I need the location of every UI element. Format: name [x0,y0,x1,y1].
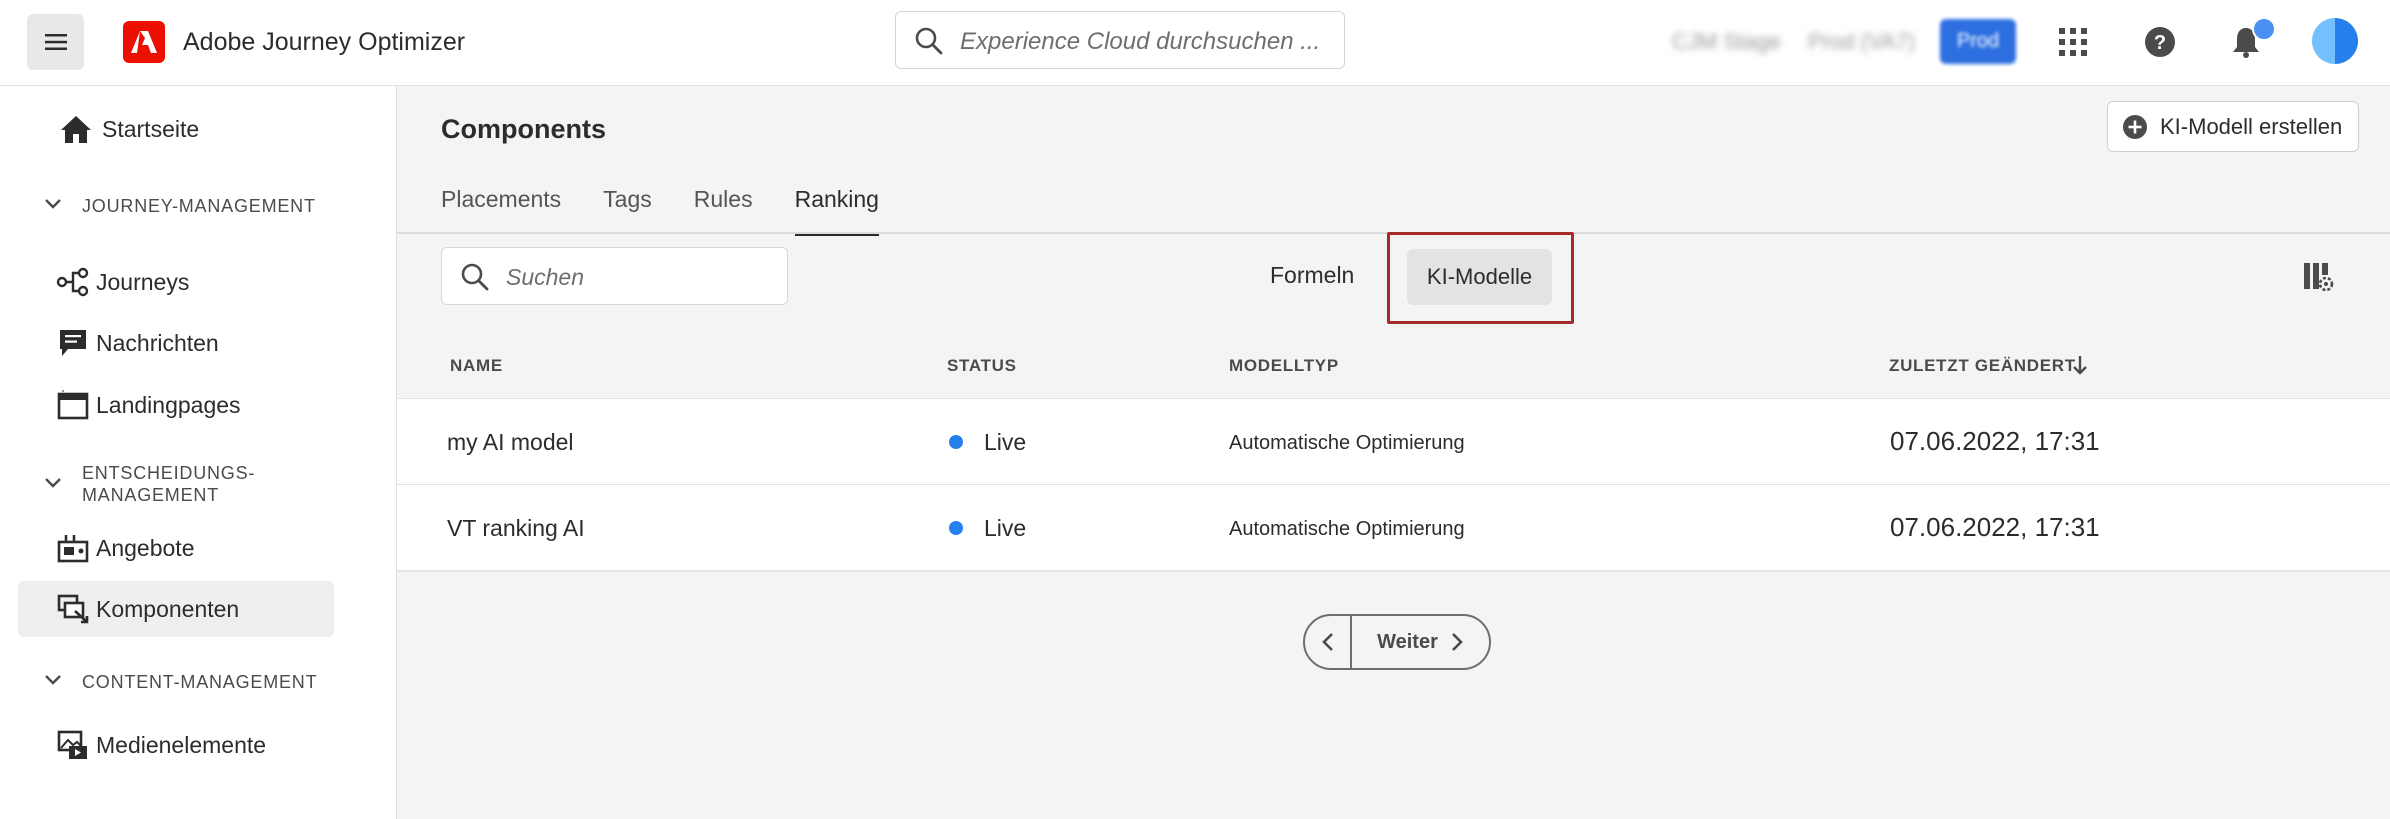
sidebar-item-offers[interactable]: Angebote [18,520,334,576]
sidebar-item-label: Nachrichten [96,329,219,356]
offer-icon [56,533,90,563]
top-bar: Adobe Journey Optimizer Experience Cloud… [0,0,2390,86]
chevron-down-icon [45,675,61,685]
row-name: my AI model [447,429,574,455]
adobe-logo-icon[interactable] [123,21,165,63]
media-icon [56,730,90,760]
status-dot [949,435,963,449]
section-content-management[interactable]: CONTENT-MANAGEMENT [44,671,317,693]
search-icon [461,263,489,291]
search-icon [915,27,943,55]
create-ai-model-button[interactable]: KI-Modell erstellen [2107,101,2359,152]
chevron-down-icon [45,199,61,209]
chevron-right-icon [1451,633,1463,651]
chevron-down-icon [45,478,61,488]
sidebar-item-media[interactable]: Medienelemente [18,717,334,773]
row-last-modified: 07.06.2022, 17:31 [1890,512,2100,542]
home-icon [56,114,96,144]
prod-sandbox-button[interactable]: Prod [1940,19,2016,64]
main-content: Components KI-Modell erstellen Placement… [397,86,2390,819]
sort-descending-icon[interactable] [2072,354,2088,376]
notification-badge [2252,17,2276,41]
svg-text:?: ? [2154,32,2166,54]
row-status: Live [984,429,1027,455]
table-row[interactable]: VT ranking AI Live Automatische Optimier… [397,484,2390,570]
page-title: Components [441,114,606,144]
sidebar-item-messages[interactable]: Nachrichten [18,315,334,371]
column-settings-button[interactable] [2302,261,2334,298]
segment-formulas[interactable]: Formeln [1270,262,1354,289]
create-button-label: KI-Modell erstellen [2160,113,2343,139]
section-decision-management[interactable]: ENTSCHEIDUNGS- MANAGEMENT [44,462,255,506]
table-row[interactable]: my AI model Live Automatische Optimierun… [397,398,2390,484]
components-icon [56,594,90,624]
section-label-line2: MANAGEMENT [82,485,220,505]
sidebar-item-label: Startseite [102,115,200,142]
message-icon [56,328,90,358]
row-model-type: Automatische Optimierung [1229,518,1465,540]
landing-page-icon [56,390,90,420]
column-settings-icon [2304,263,2334,292]
sidebar-item-label: Landingpages [96,391,241,418]
tab-rules[interactable]: Rules [694,186,753,236]
apps-button[interactable] [2051,20,2095,64]
segment-ai-models[interactable]: KI-Modelle [1407,249,1552,305]
help-icon: ? [2145,27,2175,57]
menu-toggle-button[interactable] [27,14,84,70]
row-name: VT ranking AI [447,515,585,541]
user-avatar[interactable] [2312,18,2358,64]
search-input[interactable]: Suchen [441,247,788,305]
column-header-model-type[interactable]: MODELLTYP [1229,356,1339,376]
column-header-name[interactable]: NAME [450,356,503,376]
global-search-input[interactable]: Experience Cloud durchsuchen ... [895,11,1345,69]
next-page-button[interactable]: Weiter [1352,616,1489,668]
sidebar-item-components[interactable]: Komponenten [18,581,334,637]
journey-icon [56,267,90,297]
sidebar-item-label: Medienelemente [96,731,267,758]
row-model-type: Automatische Optimierung [1229,432,1465,454]
previous-page-button[interactable] [1305,616,1352,668]
component-tabs: Placements Tags Rules Ranking [441,186,921,236]
row-status: Live [984,515,1027,541]
tab-ranking[interactable]: Ranking [794,186,880,236]
org-switcher[interactable]: CJM Stage [1672,29,1781,55]
chevron-left-icon [1321,633,1333,651]
section-label: CONTENT-MANAGEMENT [82,672,318,692]
column-header-last-modified[interactable]: ZULETZT GEÄNDERT [1889,356,2076,376]
status-dot [949,521,963,535]
apps-grid-icon [2059,28,2087,56]
left-sidebar: Startseite JOURNEY-MANAGEMENT Journeys N… [0,86,397,819]
sandbox-switcher[interactable]: Prod (VA7) [1808,29,1915,55]
tab-placements[interactable]: Placements [441,186,561,236]
column-header-status[interactable]: STATUS [947,356,1017,376]
section-journey-management[interactable]: JOURNEY-MANAGEMENT [44,195,316,217]
help-button[interactable]: ? [2138,20,2182,64]
table-bottom-border [397,570,2390,572]
section-label-line1: ENTSCHEIDUNGS- [82,463,256,483]
section-label: JOURNEY-MANAGEMENT [82,196,316,216]
sidebar-item-landing-pages[interactable]: Landingpages [18,377,334,433]
sidebar-item-home[interactable]: Startseite [18,101,334,157]
sidebar-item-label: Journeys [96,268,190,295]
hamburger-icon [44,34,67,50]
app-title[interactable]: Adobe Journey Optimizer [183,28,465,57]
next-page-label: Weiter [1377,630,1438,653]
sidebar-item-label: Angebote [96,534,195,561]
row-last-modified: 07.06.2022, 17:31 [1890,426,2100,456]
sidebar-item-journeys[interactable]: Journeys [18,254,334,310]
section-label: ENTSCHEIDUNGS- MANAGEMENT [82,462,255,506]
pagination: Weiter [1303,614,1491,670]
tab-tags[interactable]: Tags [603,186,652,236]
sidebar-item-label: Komponenten [96,595,240,622]
search-placeholder: Suchen [506,264,585,290]
add-circle-icon [2122,114,2148,140]
search-placeholder: Experience Cloud durchsuchen ... [960,28,1321,55]
